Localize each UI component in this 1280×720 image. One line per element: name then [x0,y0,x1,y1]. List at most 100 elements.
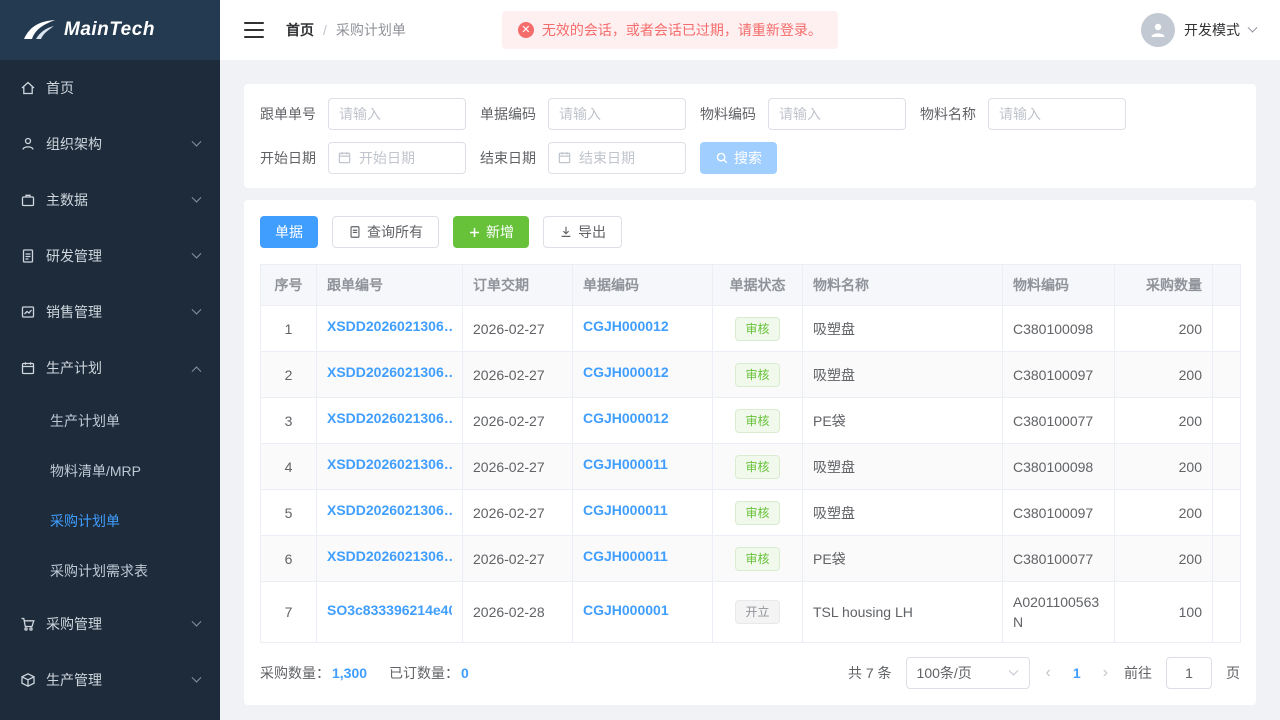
table-row: 4 XSDD2026021306… 2026-02-27 CGJH000011 … [261,444,1241,490]
search-icon [715,151,729,165]
menu-collapse-icon[interactable] [244,22,264,38]
sidebar-subitem-label: 物料清单/MRP [50,461,141,481]
sidebar-subitem-purchase-plan-order[interactable]: 采购计划单 [0,496,220,546]
cell-delivery: 2026-02-27 [463,536,573,582]
sidebar-item-production-plan[interactable]: 生产计划 [0,340,220,396]
query-all-button[interactable]: 查询所有 [332,216,439,248]
sidebar-item-masterdata[interactable]: 主数据 [0,172,220,228]
cell-material-code: C380100077 [1003,398,1115,444]
download-icon [559,225,573,239]
doc-no-link[interactable]: CGJH000001 [583,600,669,620]
sidebar: MainTech 首页 组织架构 主数据 研发管理 [0,0,220,720]
cell-material: PE袋 [803,398,1003,444]
doc-no-link[interactable]: CGJH000011 [583,500,668,520]
sidebar-item-label: 销售管理 [46,302,102,322]
purchase-qty-value: 1,300 [332,665,367,681]
order-no-link[interactable]: SO3c833396214e40 [327,600,452,620]
chevron-down-icon [192,672,202,682]
purchase-qty-label: 采购数量： [260,663,330,683]
sidebar-item-production[interactable]: 生产管理 [0,652,220,708]
header-status: 单据状态 [713,265,803,306]
cell-qty: 200 [1115,490,1213,536]
export-button[interactable]: 导出 [543,216,622,248]
cell-index: 3 [261,398,317,444]
cell-material: 吸塑盘 [803,444,1003,490]
filter-label: 单据编码 [480,104,536,124]
cell-material-code: C380100097 [1003,352,1115,398]
prev-page-button[interactable]: ‹ [1044,664,1053,682]
filter-panel: 跟单单号 单据编码 物料编码 物料名称 开始日期 [244,84,1256,188]
query-all-label: 查询所有 [367,222,423,242]
header-delivery: 订单交期 [463,265,573,306]
table-panel: 单据 查询所有 新增 导出 [244,200,1256,705]
chevron-down-icon [192,616,202,626]
filter-label: 结束日期 [480,148,536,168]
doc-code-input[interactable] [548,98,686,130]
export-button-label: 导出 [578,222,606,242]
cell-delivery: 2026-02-28 [463,582,573,643]
doc-no-link[interactable]: CGJH000011 [583,546,668,566]
material-code-input[interactable] [768,98,906,130]
table-row: 1 XSDD2026021306… 2026-02-27 CGJH000012 … [261,306,1241,352]
sidebar-subitem-production-plan-order[interactable]: 生产计划单 [0,396,220,446]
material-name-input[interactable] [988,98,1126,130]
sidebar-item-label: 生产管理 [46,670,102,690]
document-icon [348,225,362,239]
cell-delivery: 2026-02-27 [463,398,573,444]
goto-page-input[interactable] [1166,657,1212,689]
sidebar-subitem-bom-mrp[interactable]: 物料清单/MRP [0,446,220,496]
logo-icon [22,18,56,42]
end-date-input[interactable] [548,142,686,174]
purchase-icon [20,616,36,632]
table-row: 3 XSDD2026021306… 2026-02-27 CGJH000012 … [261,398,1241,444]
start-date-input[interactable] [328,142,466,174]
cell-index: 5 [261,490,317,536]
cell-clipped [1213,444,1241,490]
header-clipped [1213,265,1241,306]
order-no-input[interactable] [328,98,466,130]
add-button[interactable]: 新增 [453,216,529,248]
breadcrumb-home[interactable]: 首页 [286,20,314,40]
cell-material: 吸塑盘 [803,352,1003,398]
doc-no-link[interactable]: CGJH000012 [583,316,669,336]
sidebar-item-org[interactable]: 组织架构 [0,116,220,172]
search-button[interactable]: 搜索 [700,142,777,174]
doc-no-link[interactable]: CGJH000011 [583,454,668,474]
sidebar-item-rd[interactable]: 研发管理 [0,228,220,284]
current-page-button[interactable]: 1 [1067,665,1087,681]
sidebar-item-label: 首页 [46,78,74,98]
order-no-link[interactable]: XSDD2026021306… [327,500,452,520]
alert-message: 无效的会话，或者会话已过期，请重新登录。 [542,20,822,40]
order-no-link[interactable]: XSDD2026021306… [327,316,452,336]
cell-material-code: C380100098 [1003,306,1115,352]
cell-delivery: 2026-02-27 [463,490,573,536]
cell-material: 吸塑盘 [803,306,1003,352]
sidebar-subitem-purchase-plan-demand[interactable]: 采购计划需求表 [0,546,220,596]
search-button-label: 搜索 [734,148,762,168]
cell-qty: 200 [1115,352,1213,398]
sidebar-item-purchase[interactable]: 采购管理 [0,596,220,652]
table-row: 5 XSDD2026021306… 2026-02-27 CGJH000011 … [261,490,1241,536]
next-page-button[interactable]: › [1101,664,1110,682]
sidebar-item-label: 采购管理 [46,614,102,634]
sidebar-subitem-label: 采购计划需求表 [50,561,148,581]
cell-delivery: 2026-02-27 [463,444,573,490]
breadcrumb: 首页 / 采购计划单 [286,20,406,40]
filter-material-name: 物料名称 [920,98,1126,130]
order-no-link[interactable]: XSDD2026021306… [327,408,452,428]
doc-no-link[interactable]: CGJH000012 [583,408,669,428]
page-size-select[interactable]: 100条/页 [906,657,1030,689]
order-no-link[interactable]: XSDD2026021306… [327,454,452,474]
sidebar-item-sales[interactable]: 销售管理 [0,284,220,340]
header-order-no: 跟单编号 [317,265,463,306]
user-mode-label: 开发模式 [1184,20,1240,40]
document-button[interactable]: 单据 [260,216,318,248]
cell-material: PE袋 [803,536,1003,582]
order-no-link[interactable]: XSDD2026021306… [327,546,452,566]
user-menu[interactable]: 开发模式 [1141,13,1256,47]
order-no-link[interactable]: XSDD2026021306… [327,362,452,382]
doc-no-link[interactable]: CGJH000012 [583,362,669,382]
main-content: 跟单单号 单据编码 物料编码 物料名称 开始日期 [220,0,1280,720]
sidebar-item-home[interactable]: 首页 [0,60,220,116]
cell-qty: 200 [1115,306,1213,352]
